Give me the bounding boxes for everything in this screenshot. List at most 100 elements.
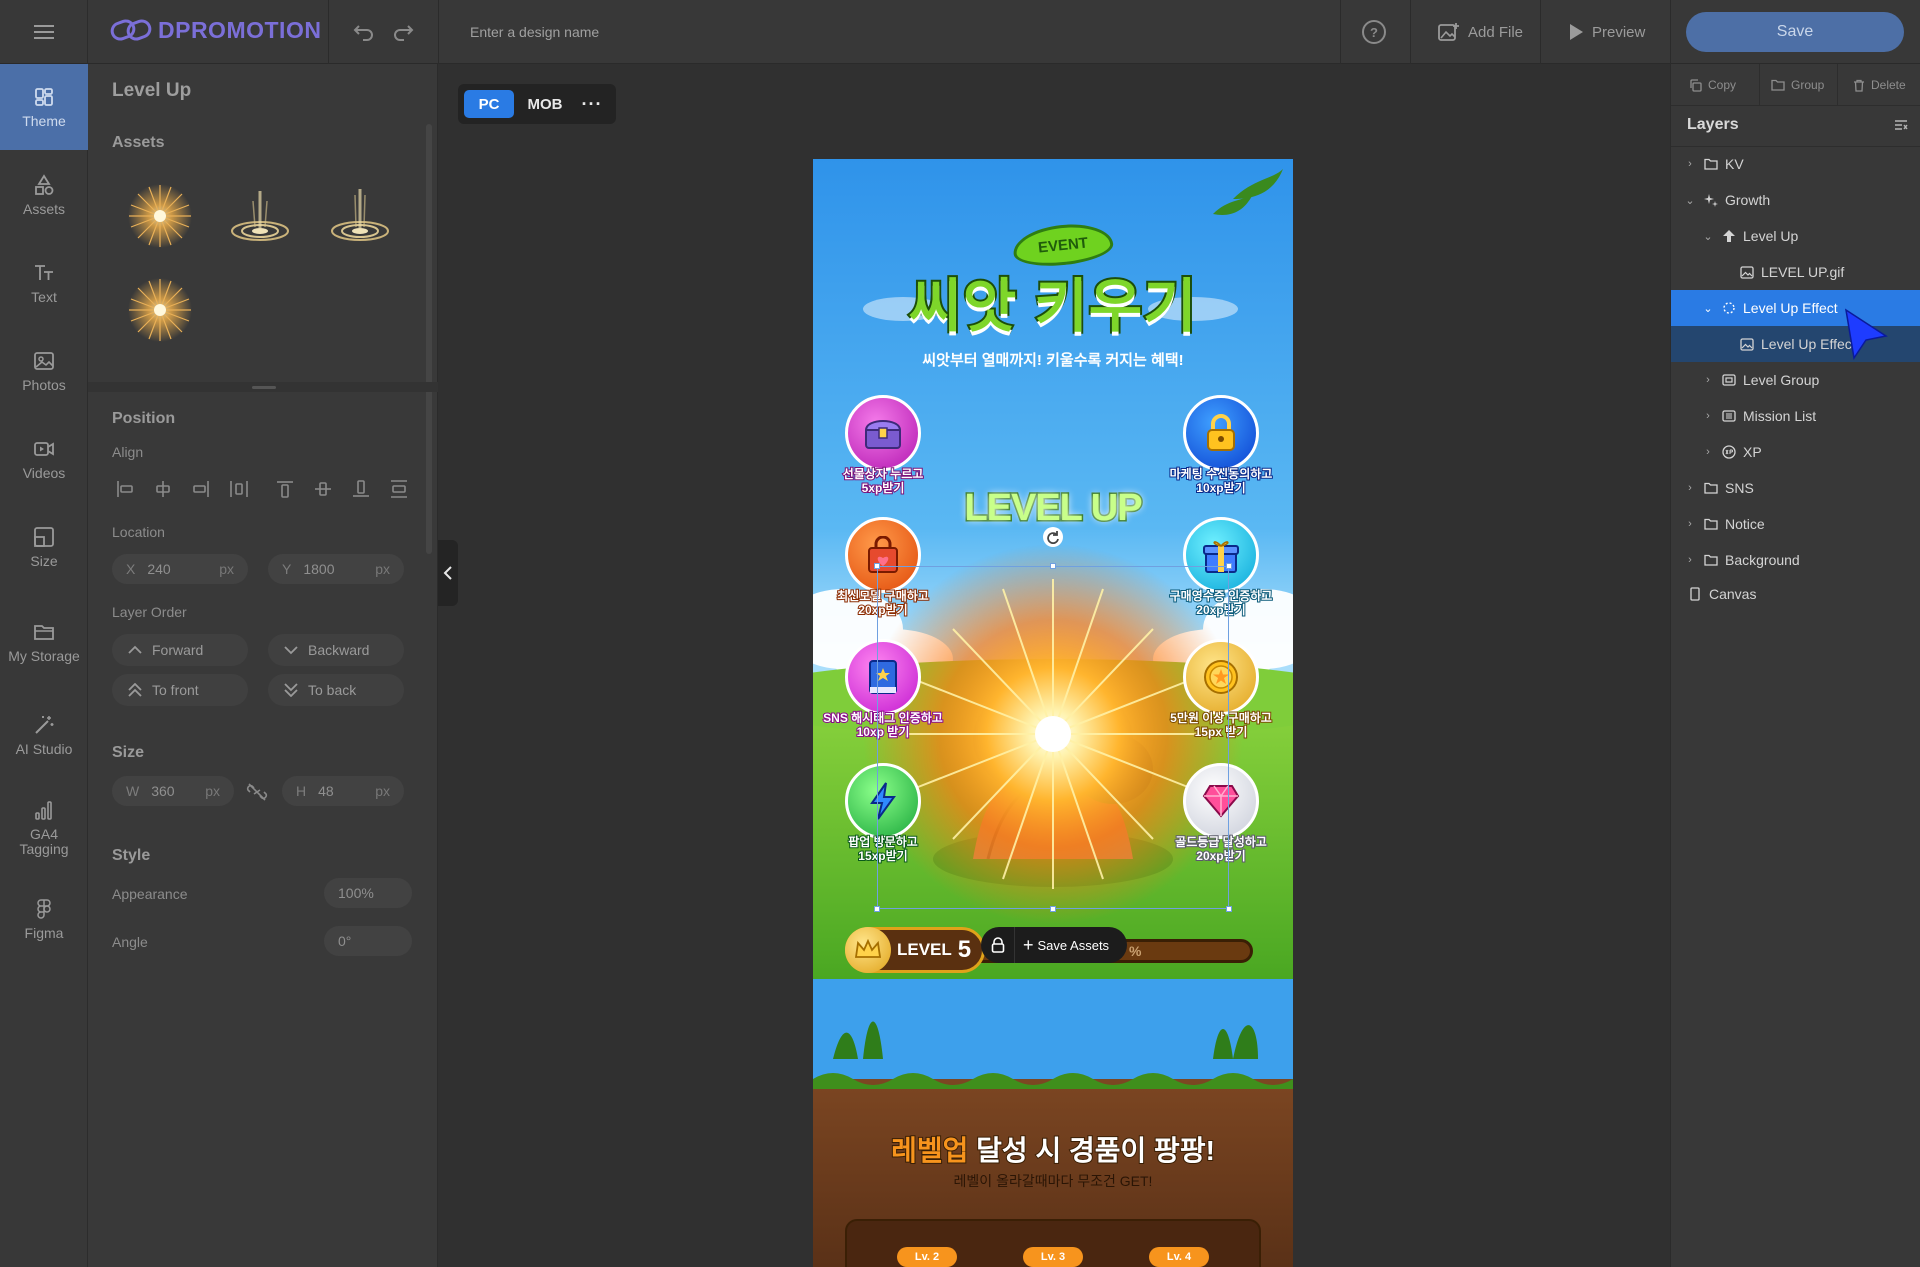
top-bar: DPROMOTION ? Add File Preview Save [0,0,1920,64]
resize-handle-bottom-right[interactable] [1226,906,1232,912]
mission-badge[interactable] [845,395,921,471]
layer-row[interactable]: › Background [1671,542,1920,578]
nav-item-ga4-tagging[interactable]: GA4 Tagging [0,780,88,876]
resize-handle-top[interactable] [1050,563,1056,569]
asset-glow-ring-2[interactable] [315,176,405,256]
nav-item-my-storage[interactable]: My Storage [0,592,88,692]
selection-box[interactable] [877,566,1229,909]
chevron-right-icon[interactable]: › [1683,518,1697,530]
preview-button[interactable]: Preview [1568,16,1645,48]
menu-button[interactable] [0,0,88,64]
redo-button[interactable] [389,18,417,46]
align-middle-icon[interactable] [310,476,336,502]
resize-handle-bottom-left[interactable] [874,906,880,912]
collapse-panel-button[interactable] [438,540,458,606]
align-right-icon[interactable] [188,476,214,502]
chevron-right-icon[interactable]: › [1683,554,1697,566]
forward-button[interactable]: Forward [112,634,248,666]
backward-button[interactable]: Backward [268,634,404,666]
delete-button[interactable]: Delete [1853,64,1906,106]
distribute-vertical-icon[interactable] [386,476,412,502]
align-bottom-icon[interactable] [348,476,374,502]
layer-row[interactable]: ⌄ Growth [1671,182,1920,218]
undo-button[interactable] [350,18,378,46]
chevron-right-icon[interactable]: › [1701,374,1715,386]
add-file-button[interactable]: Add File [1438,16,1523,48]
chevron-down-icon[interactable]: ⌄ [1701,230,1715,243]
y-input[interactable]: Y 1800 px [268,554,404,584]
layer-row[interactable]: › SNS [1671,470,1920,506]
group-label: Group [1791,78,1825,92]
save-assets-button[interactable]: + Save Assets [1015,936,1109,954]
nav-item-photos[interactable]: Photos [0,328,88,414]
help-icon[interactable]: ? [1362,20,1386,44]
copy-button[interactable]: Copy [1689,64,1736,106]
chevron-right-icon[interactable]: › [1701,446,1715,458]
more-options-button[interactable]: ··· [576,90,608,118]
folder-icon [1771,79,1785,91]
align-left-icon[interactable] [112,476,138,502]
arrow-up-icon [1721,228,1737,244]
chevron-right-icon[interactable]: › [1683,482,1697,494]
rotate-handle[interactable] [1043,527,1063,547]
hamburger-icon [33,25,54,39]
asset-sparkle-burst[interactable] [115,176,205,256]
layer-label: Level Up Effect [1743,300,1838,316]
to-front-button[interactable]: To front [112,674,248,706]
device-mob-button[interactable]: MOB [522,90,568,118]
x-input[interactable]: X 240 px [112,554,248,584]
chevron-down-icon[interactable]: ⌄ [1701,302,1715,315]
lock-button[interactable] [981,927,1015,963]
layer-row[interactable]: Canvas [1671,576,1920,612]
chevron-right-icon[interactable]: › [1683,158,1697,170]
design-preview[interactable]: EVENT 씨앗 키우기 씨앗부터 열매까지! 키울수록 커지는 혜택! 선물상… [813,159,1293,1267]
resize-handle[interactable] [252,386,276,389]
chevron-right-icon[interactable]: › [1701,410,1715,422]
appearance-input[interactable]: 100% [324,878,412,908]
align-center-horizontal-icon[interactable] [150,476,176,502]
angle-input[interactable]: 0° [324,926,412,956]
nav-item-size[interactable]: Size [0,504,88,590]
asset-sparkle-burst-2[interactable] [115,270,205,350]
resize-handle-right[interactable] [1226,563,1232,569]
sparkles-icon [1703,192,1719,208]
resize-handle-bottom[interactable] [1050,906,1056,912]
layer-row[interactable]: › Mission List [1671,398,1920,434]
logo[interactable]: DPROMOTION [110,16,321,44]
group-button[interactable]: Group [1771,64,1824,106]
layer-row[interactable]: ⌄ Level Up [1671,218,1920,254]
nav-item-theme[interactable]: Theme [0,64,88,150]
panel-scrollbar[interactable] [426,124,432,554]
chevron-down-icon[interactable]: ⌄ [1683,194,1697,207]
panel-title: Level Up [112,80,192,101]
save-button[interactable]: Save [1686,12,1904,52]
device-pc-button[interactable]: PC [464,90,514,118]
height-input[interactable]: H 48 px [282,776,404,806]
to-back-button[interactable]: To back [268,674,404,706]
collapse-all-icon[interactable] [1893,118,1909,134]
nav-item-assets[interactable]: Assets [0,152,88,238]
nav-item-text[interactable]: Text [0,240,88,326]
nav-item-ai-studio[interactable]: AI Studio [0,692,88,778]
mission-badge[interactable] [1183,395,1259,471]
rewards-title-highlight: 레벨업 [890,1134,969,1167]
redo-icon [394,25,414,41]
appearance-label: Appearance [112,886,188,902]
nav-item-videos[interactable]: Videos [0,416,88,502]
levelup-text[interactable]: LEVEL UP [953,486,1153,531]
layer-row[interactable]: LEVEL UP.gif [1671,254,1920,290]
design-name-input[interactable] [470,20,1070,44]
align-top-icon[interactable] [272,476,298,502]
h-key: H [296,783,307,799]
nav-item-figma[interactable]: Figma [0,876,88,962]
width-input[interactable]: W 360 px [112,776,234,806]
layer-row[interactable]: › KV [1671,146,1920,182]
distribute-horizontal-icon[interactable] [226,476,252,502]
asset-glow-ring-1[interactable] [215,176,305,256]
tier-badge: Lv. 2 [897,1247,957,1267]
layer-row[interactable]: › Level Group [1671,362,1920,398]
resize-handle-left[interactable] [874,563,880,569]
unlink-ratio-icon[interactable] [246,782,268,802]
layer-row[interactable]: › Notice [1671,506,1920,542]
layer-row[interactable]: › XP [1671,434,1920,470]
